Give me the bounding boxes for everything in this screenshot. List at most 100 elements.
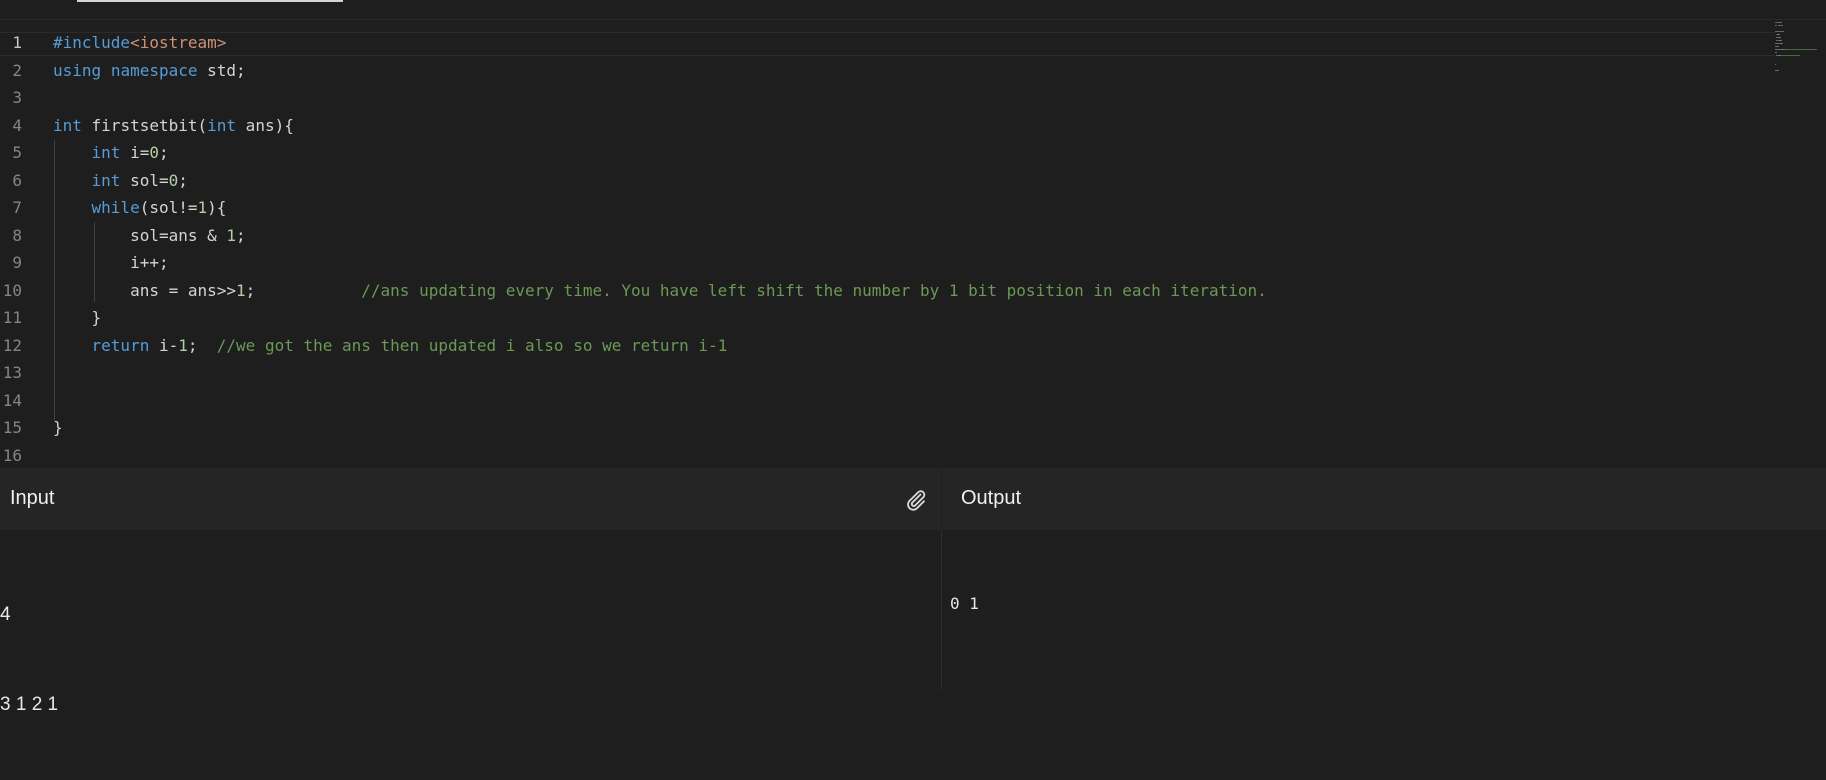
output-text: 0 1	[950, 544, 989, 664]
code-token: ;	[158, 143, 169, 162]
code-token: int	[91, 170, 121, 190]
line-number: 8	[12, 225, 22, 245]
line-number: 9	[12, 253, 22, 272]
code-token: #include	[53, 33, 131, 52]
code-line[interactable]: 3	[0, 84, 1770, 111]
input-line: 3 1 2 1	[0, 694, 59, 715]
code-text: int sol=0;	[53, 167, 188, 194]
code-text: return i-1; //we got the ans then update…	[53, 332, 728, 359]
code-text: #include<iostream>	[53, 29, 226, 56]
code-token: while	[91, 198, 140, 217]
line-number: 5	[12, 143, 22, 162]
code-editor[interactable]: 1 #include<iostream> 2 using namespace std;…	[0, 20, 1826, 468]
code-line[interactable]: 10 ans = ans>>1; //ans updating every ti…	[0, 277, 1770, 304]
line-number: 10	[2, 280, 22, 300]
minimap-stroke	[1781, 40, 1782, 41]
code-line[interactable]: 14	[0, 387, 1770, 414]
line-number: 7	[12, 198, 22, 217]
minimap-stroke	[1781, 25, 1783, 26]
io-panels: Input Output 4 3 1 2 1 0 1	[0, 468, 1826, 715]
minimap-stroke	[1775, 64, 1776, 65]
line-number: 13	[2, 363, 22, 382]
code-text: i++;	[53, 249, 169, 276]
code-token: 1	[236, 280, 246, 300]
code-line[interactable]: 8 sol=ans & 1;	[0, 222, 1770, 249]
line-number: 1	[12, 33, 22, 52]
line-number: 11	[2, 308, 22, 327]
minimap-stroke	[1775, 52, 1777, 53]
minimap-stroke	[1787, 49, 1817, 50]
code-line[interactable]: 5 int i=0;	[0, 139, 1770, 166]
line-number: 2	[12, 60, 22, 80]
code-token: //we got the ans then updated i also so …	[216, 335, 728, 355]
code-token: firstsetbit(	[81, 115, 208, 135]
indent-guide	[54, 140, 55, 422]
output-panel-title: Output	[961, 487, 1022, 509]
line-number: 4	[12, 115, 22, 135]
code-token: i++;	[53, 253, 169, 272]
minimap-stroke	[1782, 31, 1784, 32]
code-line[interactable]: 4 int firstsetbit(int ans){	[0, 112, 1770, 139]
code-line[interactable]: 12 return i-1; //we got the ans then upd…	[0, 332, 1770, 359]
code-token: 0	[149, 143, 159, 162]
line-number: 15	[2, 418, 22, 437]
output-line: 0 1	[950, 594, 979, 613]
output-panel-body	[942, 530, 1826, 690]
code-line[interactable]: 13	[0, 359, 1770, 386]
code-token: 1	[226, 225, 237, 245]
input-textarea[interactable]: 4 3 1 2 1	[0, 540, 58, 780]
paperclip-icon[interactable]	[904, 488, 928, 512]
code-line[interactable]: 1 #include<iostream>	[0, 29, 1770, 56]
code-token: ){	[207, 198, 227, 217]
line-number: 16	[2, 445, 22, 465]
indent-guide	[94, 222, 95, 302]
minimap-stroke	[1780, 37, 1781, 38]
editor-top-bar	[0, 0, 1826, 20]
code-token: <iostream>	[130, 33, 227, 52]
code-token: namespace	[110, 60, 198, 80]
code-token: (sol!=	[139, 198, 198, 217]
code-line[interactable]: 11 }	[0, 304, 1770, 331]
input-panel-body[interactable]	[0, 530, 941, 690]
minimap-stroke	[1778, 22, 1782, 23]
code-line[interactable]: 9 i++;	[0, 249, 1770, 276]
output-panel-header: Output	[942, 468, 1826, 530]
active-tab-indicator[interactable]	[77, 0, 343, 2]
minimap-stroke	[1776, 70, 1779, 71]
minimap-stroke	[1775, 49, 1782, 50]
minimap-stroke	[1779, 34, 1780, 35]
code-line[interactable]: 16	[0, 442, 1770, 469]
code-token: ;	[187, 335, 217, 355]
line-number: 14	[2, 390, 22, 410]
minimap-stroke	[1781, 55, 1800, 56]
code-token: int	[91, 143, 121, 162]
minimap-stroke	[1775, 25, 1777, 26]
panel-divider[interactable]	[941, 530, 942, 690]
code-token: sol=ans &	[53, 225, 227, 245]
code-text: sol=ans & 1;	[53, 222, 246, 249]
code-text: int i=0;	[53, 139, 169, 166]
line-number: 6	[12, 170, 22, 190]
minimap[interactable]	[1771, 20, 1821, 220]
code-text: int firstsetbit(int ans){	[53, 112, 294, 139]
input-line: 4	[0, 604, 11, 625]
code-line[interactable]: 15}	[0, 414, 1770, 441]
code-text: ans = ans>>1; //ans updating every time.…	[53, 277, 1267, 304]
code-token: int	[53, 115, 82, 135]
code-token: int	[207, 115, 237, 135]
code-token: i=	[120, 143, 150, 162]
code-line[interactable]: 6 int sol=0;	[0, 167, 1770, 194]
code-line[interactable]: 7 while(sol!=1){	[0, 194, 1770, 221]
code-token: ans = ans>>	[53, 280, 237, 300]
code-line[interactable]: 2 using namespace std;	[0, 57, 1770, 84]
line-number: 12	[2, 335, 22, 355]
code-token: 1	[197, 198, 208, 217]
code-token: 0	[168, 170, 179, 190]
code-token: std;	[197, 60, 246, 80]
code-token: sol=	[120, 170, 169, 190]
code-token: ;	[178, 170, 188, 190]
